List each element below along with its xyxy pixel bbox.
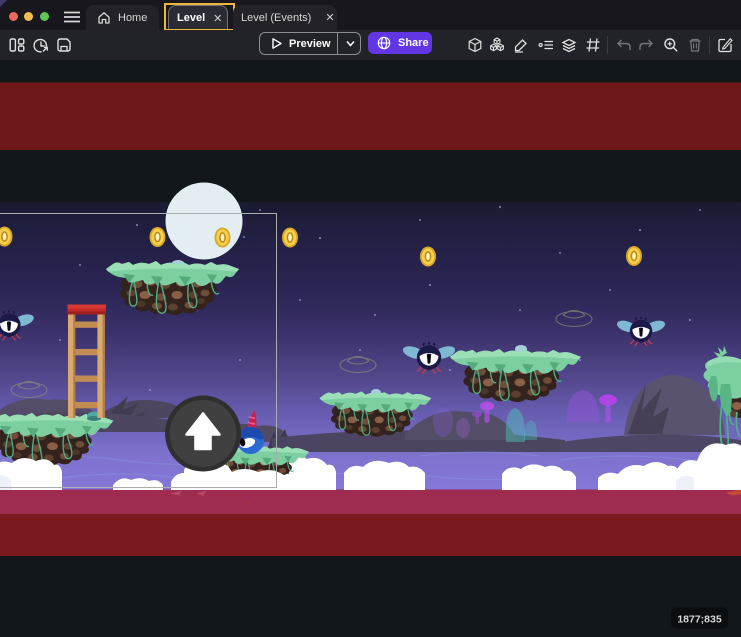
svg-text:1877;835: 1877;835 bbox=[677, 614, 722, 626]
